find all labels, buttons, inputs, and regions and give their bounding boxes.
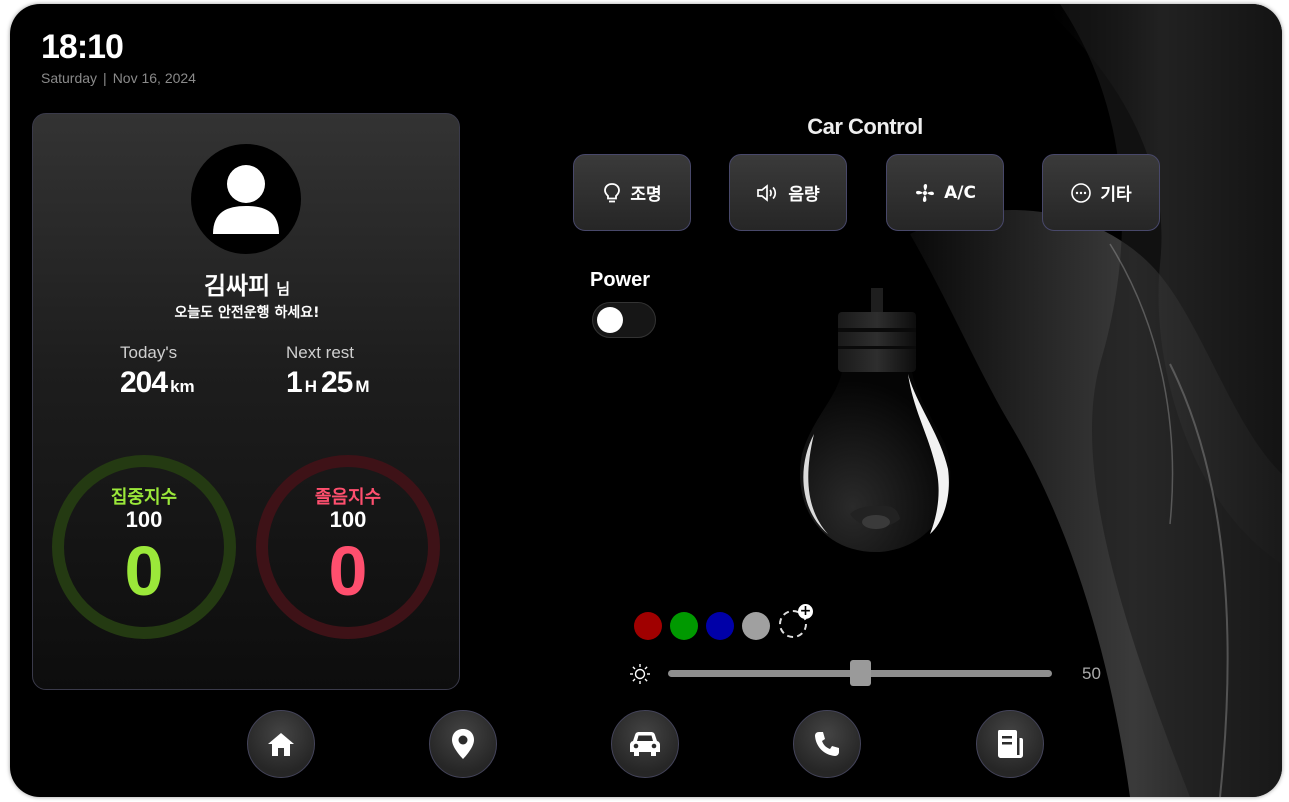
focus-gauge: 집중지수 100 0 [48, 451, 240, 643]
today-label: Today's [120, 343, 178, 362]
power-toggle[interactable] [592, 302, 656, 338]
focus-gauge-title: 집중지수 [110, 487, 178, 508]
power-label: Power [590, 269, 651, 291]
ac-button-label: A/C [944, 182, 976, 203]
brightness-value: 50 [1082, 664, 1101, 683]
focus-gauge-value: 0 [124, 532, 164, 610]
rest-h-unit: H [304, 377, 317, 396]
honorific: 님 [276, 280, 291, 298]
avatar[interactable] [191, 144, 301, 254]
drowsiness-gauge: 졸음지수 100 0 [252, 451, 444, 643]
nav-phone-button[interactable] [793, 710, 861, 778]
ac-button[interactable]: A/C [886, 154, 1004, 231]
weekday: Saturday [41, 70, 98, 86]
nav-car-button[interactable] [611, 710, 679, 778]
today-value: 204 [120, 366, 168, 399]
volume-button-label: 음량 [788, 185, 820, 205]
focus-gauge-max: 100 [125, 507, 163, 532]
speaker-icon [756, 183, 780, 203]
dashboard-screen: 18:10 Saturday | Nov 16, 2024 김싸피 님 오늘도 안전운… [10, 4, 1282, 797]
clock-time: 18:10 [41, 28, 124, 66]
car-icon [630, 732, 660, 756]
document-icon [998, 730, 1023, 758]
date-line: Saturday | Nov 16, 2024 [41, 70, 196, 86]
user-icon [213, 165, 279, 234]
brightness-slider-thumb[interactable] [849, 660, 871, 686]
color-swatch-red[interactable] [634, 612, 662, 640]
rest-minutes: 25 [320, 366, 353, 399]
volume-button[interactable]: 음량 [729, 154, 847, 231]
more-icon [1070, 182, 1092, 204]
drowsiness-gauge-title: 졸음지수 [314, 487, 382, 508]
lightbulb-icon [602, 182, 622, 204]
next-rest-label: Next rest [286, 343, 355, 362]
color-swatch-blue[interactable] [706, 612, 734, 640]
next-rest-time: 1 H 25 M [286, 366, 374, 400]
sun-icon [630, 664, 650, 684]
date-text: Nov 16, 2024 [112, 70, 196, 86]
more-button[interactable]: 기타 [1042, 154, 1160, 231]
lighting-button[interactable]: 조명 [573, 154, 691, 231]
add-color-button[interactable]: + [779, 604, 813, 638]
phone-icon [815, 732, 839, 756]
today-distance: 204 km [120, 366, 199, 400]
drowsiness-gauge-value: 0 [328, 532, 368, 610]
color-swatch-green[interactable] [670, 612, 698, 640]
location-pin-icon [452, 729, 474, 759]
drowsiness-gauge-max: 100 [329, 507, 367, 532]
greeting-text: 오늘도 안전운행 하세요! [174, 305, 320, 321]
nav-document-button[interactable] [976, 710, 1044, 778]
lighting-button-label: 조명 [630, 185, 662, 205]
rest-m-unit: M [355, 377, 370, 396]
driver-name-text: 김싸피 [203, 272, 271, 300]
home-icon [268, 733, 294, 756]
driver-name: 김싸피 님 [33, 266, 461, 301]
today-unit: km [170, 377, 195, 396]
car-control-title: Car Control [807, 114, 923, 139]
plus-icon: + [798, 603, 813, 619]
nav-home-button[interactable] [247, 710, 315, 778]
more-button-label: 기타 [1100, 185, 1132, 205]
driver-profile-card: 김싸피 님 오늘도 안전운행 하세요! Today's 204 km Next re… [32, 113, 460, 690]
date-separator: | [103, 70, 107, 86]
lightbulb-illustration [800, 288, 951, 553]
color-swatch-gray[interactable] [742, 612, 770, 640]
rest-hours: 1 [286, 366, 303, 399]
power-toggle-knob [597, 307, 623, 333]
nav-location-button[interactable] [429, 710, 497, 778]
fan-icon [914, 182, 936, 204]
